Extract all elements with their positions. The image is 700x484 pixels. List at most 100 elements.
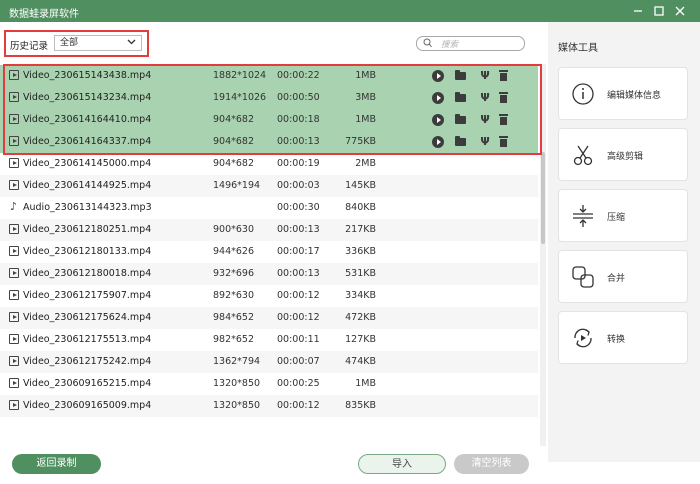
file-size: 840KB: [345, 202, 376, 213]
file-size: 1MB: [355, 378, 376, 389]
file-size: 336KB: [345, 246, 376, 257]
clear-list-button[interactable]: 清空列表: [454, 454, 529, 474]
file-resolution: 982*652: [213, 334, 255, 345]
file-name: Video_230614144925.mp4: [23, 180, 152, 191]
file-row[interactable]: Video_230612175624.mp4 984*652 00:00:12 472…: [0, 307, 538, 329]
video-file-icon: [9, 268, 19, 278]
file-name: Video_230612180251.mp4: [23, 224, 152, 235]
file-size: 474KB: [345, 356, 376, 367]
video-file-icon: [9, 356, 19, 366]
file-duration: 00:00:12: [277, 400, 320, 411]
annotation-box: [3, 64, 542, 155]
merge-icon: [571, 265, 595, 289]
file-duration: 00:00:13: [277, 268, 320, 279]
tool-advanced-trim[interactable]: 高级剪辑: [558, 128, 688, 181]
file-row[interactable]: Video_230612180018.mp4 932*696 00:00:13 531…: [0, 263, 538, 285]
file-row[interactable]: Video_230612180133.mp4 944*626 00:00:17 336…: [0, 241, 538, 263]
audio-file-icon: ♪: [10, 200, 18, 213]
tool-label: 高级剪辑: [607, 152, 644, 162]
file-name: Video_230609165215.mp4: [23, 378, 152, 389]
tool-merge[interactable]: 合并: [558, 250, 688, 303]
file-duration: 00:00:11: [277, 334, 320, 345]
scrollbar-thumb[interactable]: [541, 152, 545, 244]
file-duration: 00:00:30: [277, 202, 320, 213]
file-size: 835KB: [345, 400, 376, 411]
tool-edit-media-info[interactable]: 编辑媒体信息: [558, 67, 688, 120]
file-row[interactable]: Video_230614144925.mp4 1496*194 00:00:03 14…: [0, 175, 538, 197]
file-duration: 00:00:12: [277, 290, 320, 301]
file-resolution: 1320*850: [213, 400, 261, 411]
file-name: Video_230614145000.mp4: [23, 158, 152, 169]
video-file-icon: [9, 246, 19, 256]
file-resolution: 1496*194: [213, 180, 261, 191]
file-name: Video_230612180133.mp4: [23, 246, 152, 257]
file-resolution: 984*652: [213, 312, 255, 323]
file-row[interactable]: Video_230612175513.mp4 982*652 00:00:11 127…: [0, 329, 538, 351]
video-file-icon: [9, 312, 19, 322]
tool-convert[interactable]: 转换: [558, 311, 688, 364]
file-row[interactable]: Video_230612175242.mp4 1362*794 00:00:07 47…: [0, 351, 538, 373]
tool-compress[interactable]: 压缩: [558, 189, 688, 242]
file-resolution: 892*630: [213, 290, 255, 301]
file-name: Video_230612175907.mp4: [23, 290, 152, 301]
file-duration: 00:00:17: [277, 246, 320, 257]
file-name: Video_230612175513.mp4: [23, 334, 152, 345]
file-row[interactable]: Video_230614145000.mp4 904*682 00:00:19 2MB: [0, 153, 538, 175]
video-file-icon: [9, 334, 19, 344]
maximize-icon[interactable]: [651, 3, 667, 19]
file-row[interactable]: Video_230612175907.mp4 892*630 00:00:12 334…: [0, 285, 538, 307]
back-to-record-button[interactable]: 返回录制: [12, 454, 101, 474]
close-icon[interactable]: [672, 3, 688, 19]
media-tools-panel: 媒体工具 编辑媒体信息 高级剪辑 压缩 合并 转换: [548, 22, 700, 462]
file-size: 472KB: [345, 312, 376, 323]
minimize-icon[interactable]: [630, 3, 646, 19]
file-name: Video_230612180018.mp4: [23, 268, 152, 279]
info-icon: [571, 82, 595, 106]
file-resolution: 904*682: [213, 158, 255, 169]
file-size: 334KB: [345, 290, 376, 301]
file-name: Audio_230613144323.mp3: [23, 202, 152, 213]
search-input[interactable]: 搜索: [416, 36, 525, 51]
file-duration: 00:00:03: [277, 180, 320, 191]
media-tools-title: 媒体工具: [558, 43, 598, 54]
file-duration: 00:00:12: [277, 312, 320, 323]
filter-bar: 历史记录 全部 搜索: [0, 22, 548, 64]
file-size: 531KB: [345, 268, 376, 279]
tool-label: 转换: [607, 335, 626, 345]
file-duration: 00:00:07: [277, 356, 320, 367]
tool-label: 编辑媒体信息: [607, 91, 662, 101]
file-duration: 00:00:19: [277, 158, 320, 169]
video-file-icon: [9, 378, 19, 388]
import-button[interactable]: 导入: [358, 454, 446, 474]
window-title: 数据蛙录屏软件: [9, 9, 79, 20]
file-resolution: 1320*850: [213, 378, 261, 389]
title-bar: 数据蛙录屏软件: [0, 0, 700, 22]
convert-icon: [571, 326, 595, 350]
file-duration: 00:00:13: [277, 224, 320, 235]
file-size: 2MB: [355, 158, 376, 169]
tool-label: 合并: [607, 274, 626, 284]
file-resolution: 932*696: [213, 268, 255, 279]
search-icon: [423, 38, 432, 51]
file-name: Video_230612175624.mp4: [23, 312, 152, 323]
file-name: Video_230609165009.mp4: [23, 400, 152, 411]
video-file-icon: [9, 400, 19, 410]
file-size: 217KB: [345, 224, 376, 235]
search-placeholder: 搜索: [441, 40, 459, 50]
video-file-icon: [9, 158, 19, 168]
annotation-box: [4, 30, 149, 57]
file-resolution: 1362*794: [213, 356, 261, 367]
video-file-icon: [9, 290, 19, 300]
file-size: 145KB: [345, 180, 376, 191]
file-row[interactable]: Video_230612180251.mp4 900*630 00:00:13 217…: [0, 219, 538, 241]
file-duration: 00:00:25: [277, 378, 320, 389]
video-file-icon: [9, 180, 19, 190]
file-row[interactable]: Video_230609165215.mp4 1320*850 00:00:25 1M…: [0, 373, 538, 395]
file-size: 127KB: [345, 334, 376, 345]
video-file-icon: [9, 224, 19, 234]
tool-label: 压缩: [607, 213, 626, 223]
file-row[interactable]: Video_230609165009.mp4 1320*850 00:00:12 83…: [0, 395, 538, 417]
compress-icon: [571, 204, 595, 228]
file-row[interactable]: ♪ Audio_230613144323.mp3 00:00:30 840KB: [0, 197, 538, 219]
file-resolution: 944*626: [213, 246, 255, 257]
